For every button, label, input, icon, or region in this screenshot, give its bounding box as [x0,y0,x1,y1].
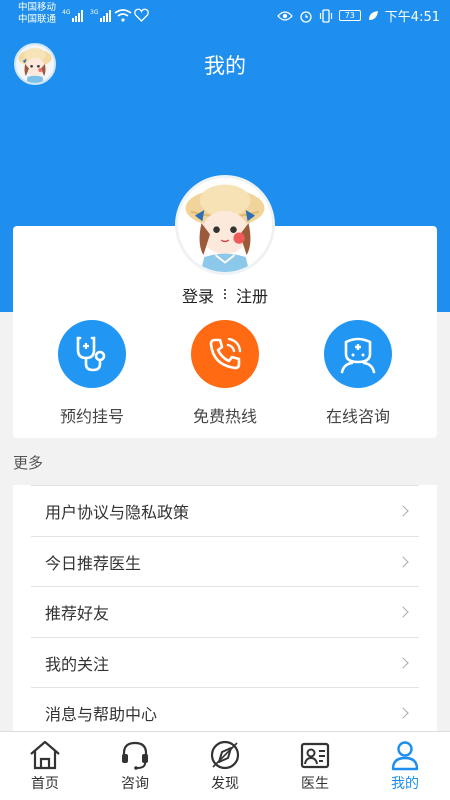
bottom-tab-bar: 首页 咨询 发现 医生 我的 [0,731,450,800]
header-bar: 我的 [0,30,450,102]
consult-button[interactable]: 在线咨询 [298,320,418,430]
tab-home[interactable]: 首页 [0,732,90,800]
wifi-icon [114,9,132,22]
signal-2-icon: 3G [90,9,112,22]
chevron-right-icon [397,706,409,719]
status-right: 73 下午4:51 [276,6,440,25]
consult-circle [324,320,392,388]
menu-item-label: 消息与帮助中心 [45,704,158,724]
doctor-card-icon [300,742,330,769]
more-section-title: 更多 [13,454,44,472]
tab-label: 咨询 [121,776,149,792]
appointment-label: 预约挂号 [59,407,124,426]
tab-doctor[interactable]: 医生 [270,732,360,800]
page-title: 我的 [204,54,246,78]
vibrate-icon [319,8,332,23]
status-bar: 中国移动 中国联通 4G 3G 73 下午4:51 [0,0,450,30]
carrier-1: 中国移动 [18,2,57,13]
tab-mine[interactable]: 我的 [360,732,450,800]
hotline-circle [191,320,259,388]
clock: 下午4:51 [384,10,440,25]
menu-item-label: 我的关注 [45,654,110,674]
menu-item-recommended-doctors[interactable]: 今日推荐医生 [31,536,419,586]
home-icon [30,740,60,770]
avatar-girl-icon [178,178,272,272]
alarm-icon [300,10,312,23]
stethoscope-icon [76,336,106,372]
battery-indicator: 73 [338,10,361,21]
login-link[interactable]: 登录 [182,283,214,307]
menu-item-following[interactable]: 我的关注 [31,637,419,687]
chevron-right-icon [397,504,409,517]
compass-icon [210,740,240,770]
chevron-right-icon [397,656,409,669]
carrier-names: 中国移动 中国联通 [18,2,56,26]
hotline-button[interactable]: 免费热线 [165,320,285,430]
menu-item-help-center[interactable]: 消息与帮助中心 [31,687,419,731]
divider [224,289,226,301]
menu-item-label: 今日推荐医生 [45,553,142,573]
tab-label: 首页 [31,776,59,792]
tab-discover[interactable]: 发现 [180,732,270,800]
leaf-icon [368,10,378,20]
person-icon [391,741,419,771]
more-menu: 用户协议与隐私政策 今日推荐医生 推荐好友 我的关注 消息与帮助中心 [13,485,437,731]
menu-item-label: 推荐好友 [45,603,110,623]
profile-avatar[interactable] [175,175,275,275]
carrier-2: 中国联通 [18,14,57,25]
menu-item-recommend-friends[interactable]: 推荐好友 [31,586,419,636]
chevron-right-icon [397,605,409,618]
tab-label: 发现 [211,776,239,792]
menu-item-privacy[interactable]: 用户协议与隐私政策 [31,485,419,535]
headset-icon [122,741,148,770]
menu-item-label: 用户协议与隐私政策 [45,502,190,522]
hotline-label: 免费热线 [192,407,257,426]
tab-label: 我的 [391,776,419,792]
doctor-icon [340,337,376,374]
eye-icon [276,10,293,21]
register-link[interactable]: 注册 [236,283,268,307]
network-1-label: 4G [62,9,71,16]
signal-1-icon: 4G [62,9,84,22]
chevron-right-icon [397,555,409,568]
phone-icon [209,337,242,370]
tab-consult[interactable]: 咨询 [90,732,180,800]
login-register-row: 登录 注册 [0,283,450,307]
tab-label: 医生 [301,776,329,792]
network-2-label: 3G [90,9,99,16]
consult-label: 在线咨询 [325,407,390,426]
appointment-button[interactable]: 预约挂号 [32,320,152,430]
appointment-circle [58,320,126,388]
health-heart-icon [134,8,149,22]
